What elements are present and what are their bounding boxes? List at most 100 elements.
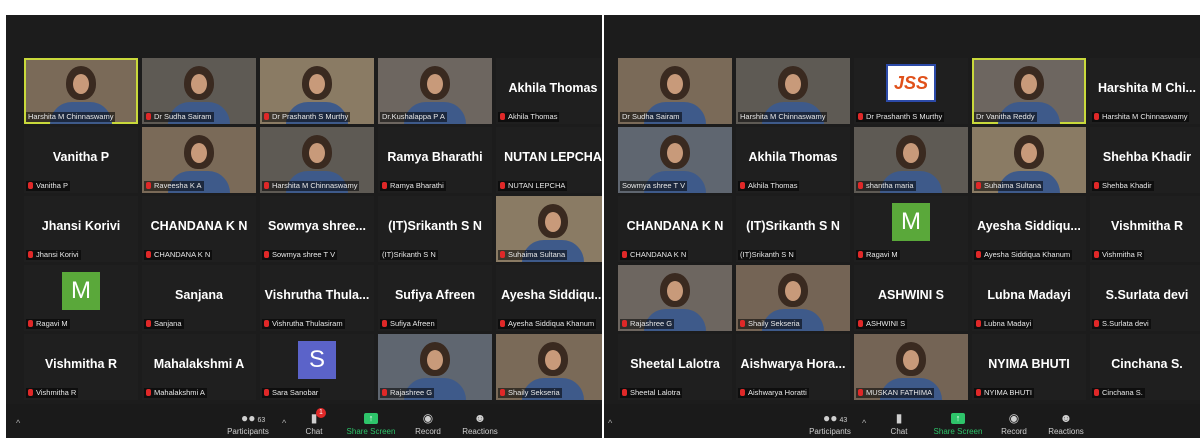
participant-display-name: ASHWINI S — [878, 288, 944, 302]
participant-tile[interactable]: Dr Sudha Sairam — [618, 58, 732, 124]
participant-tile[interactable]: Cinchana S. Cinchana S. — [1090, 334, 1200, 400]
muted-mic-icon — [500, 389, 505, 396]
participant-tile[interactable]: Dr Vanitha Reddy — [972, 58, 1086, 124]
participant-tile[interactable]: ASHWINI S ASHWINI S — [854, 265, 968, 331]
participant-tile[interactable]: M Ragavi M — [854, 196, 968, 262]
share-screen-button[interactable]: ↑ Share Screen — [928, 413, 988, 436]
participant-tile[interactable]: Sufiya Afreen Sufiya Afreen — [378, 265, 492, 331]
muted-mic-icon — [500, 182, 505, 189]
participant-tile[interactable]: Ayesha Siddiqu... Ayesha Siddiqua Khanum — [496, 265, 602, 331]
participant-tile[interactable]: (IT)Srikanth S N (IT)Srikanth S N — [378, 196, 492, 262]
participant-name-label: Harshita M Chinnaswamy — [26, 112, 116, 122]
participant-tile[interactable]: Vanitha P Vanitha P — [24, 127, 138, 193]
muted-mic-icon — [264, 320, 269, 327]
participant-tile[interactable]: Rajashree G — [618, 265, 732, 331]
audio-options-caret[interactable]: ^ — [16, 418, 20, 428]
participant-tile[interactable]: NUTAN LEPCHA NUTAN LEPCHA — [496, 127, 602, 193]
participant-name-label: Ramya Bharathi — [380, 181, 446, 191]
participant-tile[interactable]: CHANDANA K N CHANDANA K N — [618, 196, 732, 262]
participant-tile[interactable]: Mahalakshmi A Mahalakshmi A — [142, 334, 256, 400]
participant-tile[interactable]: Vishmitha R Vishmitha R — [1090, 196, 1200, 262]
participant-tile[interactable]: Akhila Thomas Akhila Thomas — [736, 127, 850, 193]
participant-tile[interactable]: Sanjana Sanjana — [142, 265, 256, 331]
participant-display-name: Sufiya Afreen — [394, 288, 476, 302]
participant-tile[interactable]: S Sara Sanobar — [260, 334, 374, 400]
participant-name-text: Ramya Bharathi — [390, 181, 444, 190]
record-button[interactable]: ◉ Record — [398, 412, 458, 436]
participant-tile[interactable]: Ayesha Siddiqu... Ayesha Siddiqua Khanum — [972, 196, 1086, 262]
share-screen-icon: ↑ — [364, 413, 378, 424]
participant-tile[interactable]: Shaily Sekseria — [736, 265, 850, 331]
participant-tile[interactable]: (IT)Srikanth S N (IT)Srikanth S N — [736, 196, 850, 262]
participant-name-label: Shaily Sekseria — [738, 319, 802, 329]
participant-display-name: Mahalakshmi A — [153, 357, 245, 371]
participant-tile[interactable]: JSS Dr Prashanth S Murthy — [854, 58, 968, 124]
audio-options-caret[interactable]: ^ — [608, 418, 612, 428]
participant-name-text: Sowmya shree T V — [622, 181, 686, 190]
reactions-label: Reactions — [1048, 427, 1084, 436]
participant-name-label: Dr Vanitha Reddy — [974, 112, 1037, 122]
participant-tile[interactable]: Vishmitha R Vishmitha R — [24, 334, 138, 400]
participant-tile[interactable]: Harshita M Chinnaswamy — [736, 58, 850, 124]
participant-tile[interactable]: Raveesha K A — [142, 127, 256, 193]
participant-display-name: Harshita M Chi... — [1098, 81, 1196, 95]
participant-name-text: NUTAN LEPCHA — [508, 181, 566, 190]
participant-name-label: ASHWINI S — [856, 319, 908, 329]
participant-tile[interactable]: Sowmya shree... Sowmya shree T V — [260, 196, 374, 262]
share-screen-button[interactable]: ↑ Share Screen — [341, 413, 401, 436]
participant-name-label: Sowmya shree T V — [262, 250, 338, 260]
participant-name-text: Akhila Thomas — [508, 112, 558, 121]
share-screen-label: Share Screen — [346, 427, 396, 436]
participant-name-label: Vishmitha R — [1092, 250, 1145, 260]
participant-tile[interactable]: Shehba Khadir Shehba Khadir — [1090, 127, 1200, 193]
record-button[interactable]: ◉ Record — [984, 412, 1044, 436]
participant-name-label: NUTAN LEPCHA — [498, 181, 568, 191]
participant-tile[interactable]: shantha maria — [854, 127, 968, 193]
participant-tile[interactable]: Vishrutha Thula... Vishrutha Thulasiram — [260, 265, 374, 331]
participant-tile[interactable]: CHANDANA K N CHANDANA K N — [142, 196, 256, 262]
participants-button[interactable]: ●● 43 Participants — [800, 412, 860, 436]
participant-video — [420, 342, 450, 376]
participants-caret[interactable]: ^ — [862, 418, 866, 428]
participant-tile[interactable]: Lubna Madayi Lubna Madayi — [972, 265, 1086, 331]
reactions-button[interactable]: ☻ Reactions — [450, 412, 510, 436]
participant-video — [66, 66, 96, 100]
participant-tile[interactable]: Aishwarya Hora... Aishwarya Horatti — [736, 334, 850, 400]
participant-display-name: Shehba Khadir — [1102, 150, 1192, 164]
participant-tile[interactable]: Rajashree G — [378, 334, 492, 400]
participant-tile[interactable]: Jhansi Korivi Jhansi Korivi — [24, 196, 138, 262]
participant-name-text: (IT)Srikanth S N — [740, 250, 794, 259]
participant-tile[interactable]: Akhila Thomas Akhila Thomas — [496, 58, 602, 124]
participant-tile[interactable]: Ramya Bharathi Ramya Bharathi — [378, 127, 492, 193]
record-icon: ◉ — [422, 411, 434, 425]
participant-name-label: Dr Prashanth S Murthy — [262, 112, 351, 122]
participant-tile[interactable]: MUSKAN FATHIMA — [854, 334, 968, 400]
participant-tile[interactable]: Sowmya shree T V — [618, 127, 732, 193]
participant-tile[interactable]: Harshita M Chinnaswamy — [260, 127, 374, 193]
participant-tile[interactable]: M Ragavi M — [24, 265, 138, 331]
participant-display-name: Jhansi Korivi — [41, 219, 121, 233]
participant-tile[interactable]: Harshita M Chi... Harshita M Chinnaswamy — [1090, 58, 1200, 124]
chat-button[interactable]: ▮ Chat — [869, 412, 929, 436]
muted-mic-icon — [28, 320, 33, 327]
participant-name-text: Shaily Sekseria — [508, 388, 560, 397]
participant-tile[interactable]: Sheetal Lalotra Sheetal Lalotra — [618, 334, 732, 400]
participant-name-label: CHANDANA K N — [144, 250, 213, 260]
participant-tile[interactable]: Harshita M Chinnaswamy — [24, 58, 138, 124]
participant-name-label: Dr Prashanth S Murthy — [856, 112, 945, 122]
participant-name-text: Lubna Madayi — [984, 319, 1032, 328]
participant-tile[interactable]: Suhaima Sultana — [972, 127, 1086, 193]
participant-video — [1014, 135, 1044, 169]
participant-tile[interactable]: S.Surlata devi S.Surlata devi — [1090, 265, 1200, 331]
participant-tile[interactable]: Shaily Sekseria — [496, 334, 602, 400]
participant-name-label: shantha maria — [856, 181, 916, 191]
chat-button[interactable]: ▮ 1 Chat — [284, 408, 344, 436]
participant-tile[interactable]: Dr Sudha Sairam — [142, 58, 256, 124]
participant-tile[interactable]: Dr.Kushalappa P A — [378, 58, 492, 124]
participant-tile[interactable]: Dr Prashanth S Murthy — [260, 58, 374, 124]
participant-tile[interactable]: Suhaima Sultana — [496, 196, 602, 262]
participants-button[interactable]: ●● 63 Participants — [218, 412, 278, 436]
meeting-toolbar: ^ ●● 43 Participants ^ ▮ Chat ↑ Share Scr… — [604, 404, 1200, 438]
participant-tile[interactable]: NYIMA BHUTI NYIMA BHUTI — [972, 334, 1086, 400]
reactions-button[interactable]: ☻ Reactions — [1036, 412, 1096, 436]
